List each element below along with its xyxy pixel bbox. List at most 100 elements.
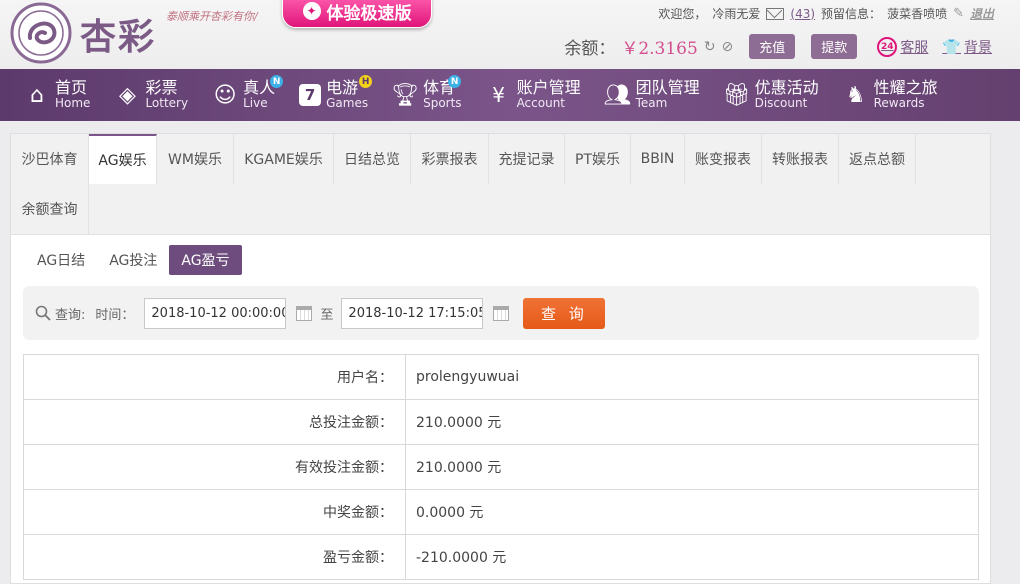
brand-name: 杏彩 [80,16,157,58]
nav-item-account[interactable]: ¥ 账户管理 Account [486,69,581,121]
tab-rebate-total[interactable]: 返点总额 [839,134,916,184]
row-key: 有效投注金额： [23,444,406,490]
balance-label: 余额： [564,39,616,59]
table-row: 盈亏金额： -210.0000 元 [23,534,979,580]
service-link[interactable]: 24 客服 [877,36,929,57]
subtab-ag-bets[interactable]: AG投注 [97,245,169,275]
fast-version-label: 体验极速版 [326,3,412,24]
hot-badge: H [359,75,373,88]
tab-bbin[interactable]: BBIN [631,134,685,184]
brand-logo-icon[interactable] [10,2,72,64]
calendar-icon[interactable] [493,305,510,321]
tab-pt[interactable]: PT娱乐 [565,134,631,184]
live-icon: ☺ [213,82,237,108]
skin-link[interactable]: 👕 背景 [942,37,992,57]
user-topbar: 欢迎您， 冷雨无爱 (43) 预留信息： 菠菜香喷喷 ✎ 退出 [658,5,994,22]
end-time-input[interactable]: 2018-10-12 17:15:05 [341,297,484,329]
tab-ag[interactable]: AG娱乐 [89,134,157,184]
new-badge: N [448,75,462,88]
mail-count-link[interactable]: (43) [790,7,815,21]
nav-sublabel: Home [55,96,91,111]
withdraw-button[interactable]: 提款 [811,34,858,59]
range-separator: 至 [320,307,334,323]
service-24h-icon: 24 [877,36,898,57]
nav-sublabel: Discount [754,96,808,111]
nav-label: 账户管理 [516,78,581,98]
skin-label: 背景 [964,39,992,56]
nav-sublabel: Games [326,96,369,111]
time-label: 时间： [95,307,135,323]
nav-sublabel: Rewards [873,96,925,111]
start-time-input[interactable]: 2018-10-12 00:00:00 [144,297,287,329]
nav-sublabel: Account [516,96,566,111]
row-key: 中奖金额： [23,489,406,535]
tab-account-change[interactable]: 账变报表 [685,134,762,184]
table-row: 总投注金额： 210.0000 元 [23,399,979,445]
sports-icon: 🏆︎ [391,82,420,108]
games-icon: 7 [299,84,322,106]
new-badge: N [270,75,284,88]
refresh-icon[interactable]: ↻ [704,39,716,55]
nav-label: 首页 [55,78,88,98]
subtab-ag-daily[interactable]: AG日结 [25,245,97,275]
nav-item-games[interactable]: 7 电游 Games H [299,69,373,121]
deposit-button[interactable]: 充值 [749,34,796,59]
balance-value: ￥2.3165 [621,39,698,59]
nav-label: 性耀之旅 [873,78,938,98]
tab-daily-overview[interactable]: 日结总览 [334,134,411,184]
nav-item-lottery[interactable]: ◈ 彩票 Lottery [114,69,188,121]
query-bar: 查询: 时间： 2018-10-12 00:00:00 至 2018-10-12… [23,286,979,340]
fast-version-icon: ✦ [302,2,321,20]
nav-item-home[interactable]: ⌂ 首页 Home [24,69,90,121]
table-row: 用户名： prolengyuwuai [23,354,979,400]
search-icon [35,305,51,321]
query-label: 查询: [35,304,85,323]
row-value: 210.0000 元 [405,399,979,445]
query-button[interactable]: 查 询 [523,297,606,329]
tab-wm[interactable]: WM娱乐 [157,134,234,184]
nav-sublabel: Team [635,96,668,111]
fast-version-button[interactable]: ✦ 体验极速版 [282,0,432,28]
report-panel: 沙巴体育 AG娱乐 WM娱乐 KGAME娱乐 日结总览 彩票报表 充提记录 PT… [10,133,991,584]
result-table: 用户名： prolengyuwuai 总投注金额： 210.0000 元 有效投注金… [23,354,979,580]
sub-tabs: AG日结 AG投注 AG盈亏 [25,245,242,275]
nav-label: 团队管理 [635,78,700,98]
nav-item-live[interactable]: ☺ 真人 Live N [212,69,284,121]
row-value: 210.0000 元 [405,444,979,490]
balance-bar: 余额： ￥2.3165 ↻ ⊘ 充值 提款 24 客服 👕 背景 [564,34,992,59]
tab-transfer-report[interactable]: 转账报表 [762,134,839,184]
lottery-icon: ◈ [118,82,136,108]
calendar-icon[interactable] [296,305,313,321]
row-value: -210.0000 元 [405,534,979,580]
nav-item-rewards[interactable]: ♞ 性耀之旅 Rewards [843,69,938,121]
nav-item-discount[interactable]: 🎁︎ 优惠活动 Discount [723,69,819,121]
nav-sublabel: Sports [423,96,462,111]
row-value: 0.0000 元 [405,489,979,535]
tab-kgame[interactable]: KGAME娱乐 [234,134,334,184]
row-key: 盈亏金额： [23,534,406,580]
welcome-text: 欢迎您， [658,7,707,21]
service-label: 客服 [900,39,929,56]
account-icon: ¥ [492,83,505,107]
nav-sublabel: Live [243,96,268,111]
logout-link[interactable]: 退出 [970,5,994,22]
tab-balance-query[interactable]: 余额查询 [11,184,89,234]
nav-sublabel: Lottery [145,96,189,111]
username-text: 冷雨无爱 [712,7,761,21]
hide-balance-icon[interactable]: ⊘ [722,39,734,55]
reserve-value: 菠菜香喷喷 [887,7,948,21]
team-icon: 👥︎ [603,82,632,108]
tab-shaba-sports[interactable]: 沙巴体育 [11,134,89,184]
tab-deposit-records[interactable]: 充提记录 [489,134,565,184]
home-icon: ⌂ [30,82,44,108]
nav-label: 优惠活动 [754,78,819,98]
nav-label: 彩票 [145,78,178,98]
tab-lottery-report[interactable]: 彩票报表 [411,134,489,184]
nav-item-team[interactable]: 👥︎ 团队管理 Team [603,69,700,121]
mail-icon[interactable] [766,7,785,20]
slogan: 泰顺乘开杏彩有你/ [166,10,258,23]
edit-icon[interactable]: ✎ [953,6,964,21]
shirt-icon: 👕 [942,37,961,56]
subtab-ag-profit[interactable]: AG盈亏 [169,245,242,275]
nav-item-sports[interactable]: 🏆︎ 体育 Sports N [391,69,462,121]
